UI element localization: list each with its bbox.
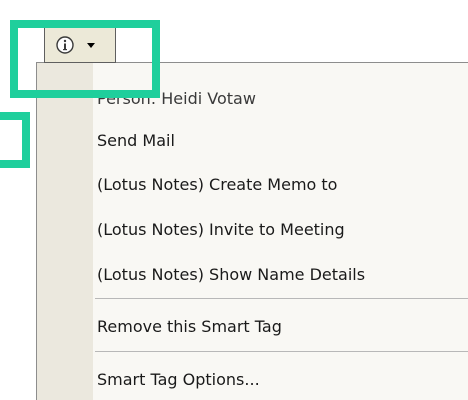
menu-item-remove-smart-tag[interactable]: Remove this Smart Tag <box>97 311 282 341</box>
menu-item-send-mail[interactable]: Send Mail <box>97 125 175 155</box>
smart-tag-menu: Person: Heidi Votaw Send Mail (Lotus Not… <box>36 62 468 400</box>
menu-item-create-memo[interactable]: (Lotus Notes) Create Memo to <box>97 169 337 199</box>
menu-separator <box>95 351 468 352</box>
menu-item-show-name-details[interactable]: (Lotus Notes) Show Name Details <box>97 259 365 289</box>
menu-gutter <box>37 63 93 400</box>
screenshot-stage: Person: Heidi Votaw Send Mail (Lotus Not… <box>0 0 468 400</box>
highlight-box-smart-tag <box>10 20 160 98</box>
menu-item-invite-meeting[interactable]: (Lotus Notes) Invite to Meeting <box>97 214 345 244</box>
highlight-box-left <box>0 112 30 168</box>
menu-item-smart-tag-options[interactable]: Smart Tag Options... <box>97 364 260 394</box>
menu-separator <box>95 298 468 299</box>
